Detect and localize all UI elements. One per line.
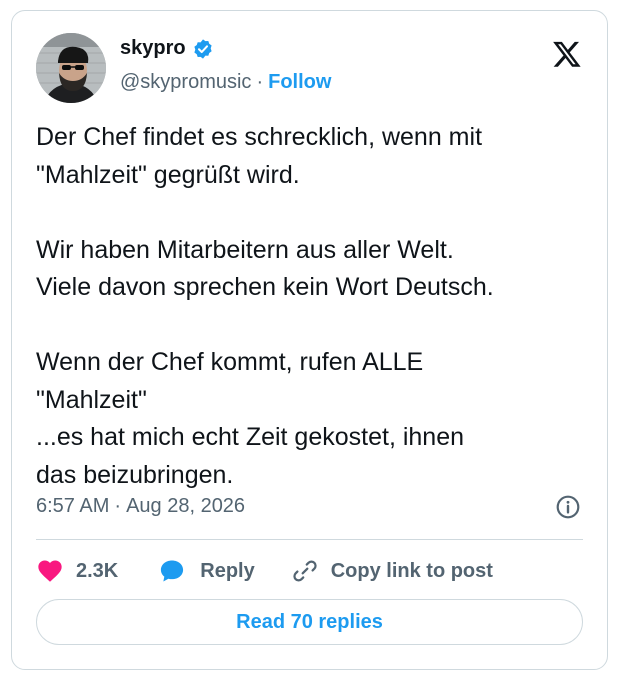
- author-name[interactable]: skypro: [120, 37, 186, 60]
- timestamp-separator: ·: [114, 495, 122, 517]
- follow-button[interactable]: Follow: [268, 71, 331, 94]
- tweet-time: 6:57 AM: [36, 495, 110, 517]
- author-handle[interactable]: @skypromusic: [120, 71, 251, 94]
- info-icon[interactable]: [555, 494, 581, 520]
- read-replies-button[interactable]: Read 70 replies: [36, 599, 583, 645]
- author-handle-row: @skypromusic · Follow: [120, 71, 331, 94]
- like-count: 2.3K: [76, 559, 119, 582]
- tweet-date: Aug 28, 2026: [126, 495, 246, 517]
- action-bar: 2.3K Reply Copy link to post: [36, 551, 493, 591]
- avatar[interactable]: [36, 33, 106, 103]
- avatar-image: [36, 33, 106, 103]
- author-name-row: skypro: [120, 37, 214, 60]
- x-logo-icon[interactable]: [551, 39, 583, 69]
- tweet-card: skypro @skypromusic · Follow Der Chef fi…: [11, 10, 608, 670]
- handle-separator: ·: [256, 71, 264, 93]
- copy-link-label: Copy link to post: [330, 559, 493, 582]
- reply-label: Reply: [200, 559, 255, 582]
- read-replies-label: Read 70 replies: [236, 610, 383, 633]
- like-button[interactable]: 2.3K: [36, 557, 118, 585]
- reply-button[interactable]: Reply: [158, 557, 255, 585]
- tweet-text: Der Chef findet es schrecklich, wenn mit…: [36, 123, 494, 489]
- speech-bubble-icon: [161, 560, 184, 582]
- link-icon: [293, 560, 317, 582]
- heart-icon: [38, 560, 62, 582]
- verified-badge-icon: [193, 38, 212, 59]
- divider: [36, 539, 583, 540]
- tweet-timestamp[interactable]: 6:57 AM · Aug 28, 2026: [36, 495, 245, 518]
- copy-link-button[interactable]: Copy link to post: [291, 557, 493, 585]
